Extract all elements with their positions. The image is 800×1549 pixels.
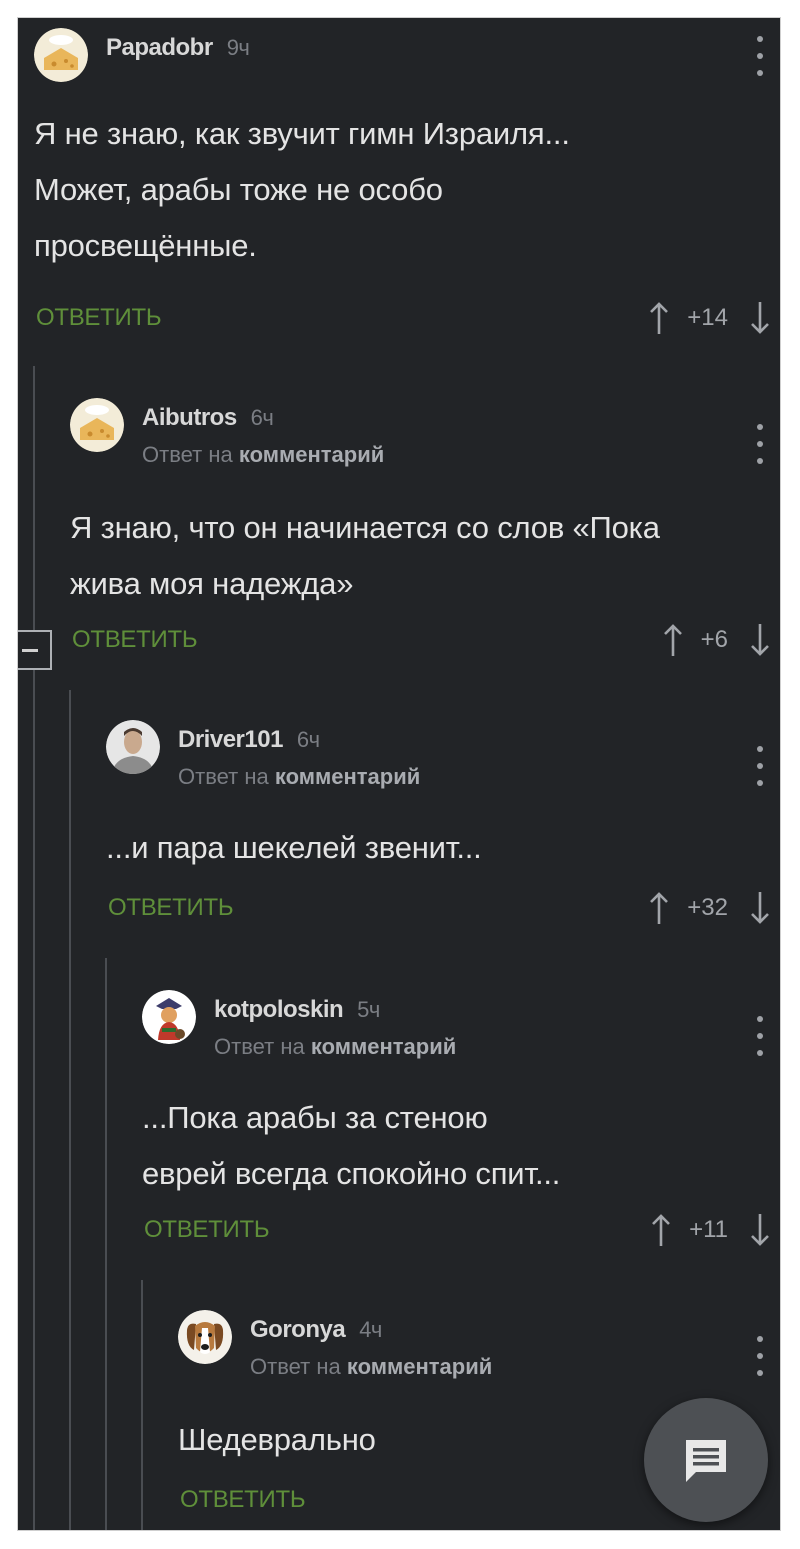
parent-comment-link[interactable]: комментарий: [347, 1354, 492, 1379]
user-avatar[interactable]: [178, 1310, 232, 1364]
user-avatar[interactable]: [142, 990, 196, 1044]
username[interactable]: Papadobr 9ч: [106, 34, 250, 62]
minus-icon: [22, 649, 38, 652]
timestamp: 5ч: [357, 997, 380, 1022]
downvote-arrow-icon[interactable]: [750, 891, 770, 925]
timestamp: 9ч: [226, 35, 250, 60]
user-avatar[interactable]: [106, 720, 160, 774]
timestamp: 6ч: [296, 727, 320, 752]
comment-aibutros: Aibutros 6ч Ответ на комментарий Я знаю, …: [70, 398, 780, 658]
more-options-icon[interactable]: [750, 746, 770, 786]
comment-icon: [686, 1440, 726, 1482]
faceless-man-avatar: [106, 720, 160, 774]
thread-line-level-2: [69, 690, 71, 1530]
username[interactable]: Goronya 4ч: [250, 1316, 382, 1344]
reply-button[interactable]: ОТВЕТИТЬ: [144, 1216, 270, 1244]
reply-to-label: Ответ на комментарий: [214, 1034, 457, 1059]
vote-controls: +14: [649, 300, 770, 336]
reply-to-label: Ответ на комментарий: [250, 1354, 493, 1379]
vote-controls: +6: [663, 622, 770, 658]
comment-text: ...и пара шекелей звенит...: [106, 830, 482, 865]
upvote-arrow-icon[interactable]: [649, 301, 669, 335]
downvote-arrow-icon[interactable]: [750, 1213, 770, 1247]
parent-comment-link[interactable]: комментарий: [275, 764, 420, 789]
upvote-arrow-icon[interactable]: [663, 623, 683, 657]
comments-feed: Papadobr 9ч Я не знаю, как звучит гимн Из…: [18, 18, 780, 1530]
user-avatar[interactable]: [34, 28, 88, 82]
reply-button[interactable]: ОТВЕТИТЬ: [108, 894, 234, 922]
cheese-avatar: [34, 28, 88, 82]
comment-text: Я не знаю, как звучит гимн Израиля... Мо…: [34, 116, 570, 263]
username[interactable]: Driver101 6ч: [178, 726, 320, 754]
username[interactable]: kotpoloskin 5ч: [214, 996, 380, 1024]
cartoon-character-avatar: [142, 990, 196, 1044]
vote-score: +14: [687, 304, 728, 331]
reply-button[interactable]: ОТВЕТИТЬ: [180, 1486, 306, 1514]
vote-score: +6: [700, 626, 728, 653]
reply-to-label: Ответ на комментарий: [142, 442, 385, 467]
thread-line-level-3: [105, 958, 107, 1530]
more-options-icon[interactable]: [750, 1016, 770, 1056]
user-avatar[interactable]: [70, 398, 124, 452]
comment-papadobr: Papadobr 9ч Я не знаю, как звучит гимн Из…: [34, 28, 780, 334]
vote-score: +32: [687, 894, 728, 921]
upvote-arrow-icon[interactable]: [649, 891, 669, 925]
more-options-icon[interactable]: [750, 1336, 770, 1376]
more-options-icon[interactable]: [750, 36, 770, 76]
downvote-arrow-icon[interactable]: [750, 301, 770, 335]
write-comment-button[interactable]: [644, 1398, 768, 1522]
thread-line-level-1: [33, 366, 35, 1530]
thread-line-level-4: [141, 1280, 143, 1530]
collapse-thread-button[interactable]: [18, 630, 52, 670]
parent-comment-link[interactable]: комментарий: [311, 1034, 456, 1059]
cheese-avatar: [70, 398, 124, 452]
more-options-icon[interactable]: [750, 424, 770, 464]
timestamp: 4ч: [359, 1317, 382, 1342]
comment-text: Я знаю, что он начинается со слов «Пока …: [70, 510, 660, 601]
timestamp: 6ч: [250, 405, 274, 430]
comment-driver101: Driver101 6ч Ответ на комментарий ...и па…: [106, 720, 780, 930]
username[interactable]: Aibutros 6ч: [142, 404, 274, 432]
reply-button[interactable]: ОТВЕТИТЬ: [72, 626, 198, 654]
upvote-arrow-icon[interactable]: [651, 1213, 671, 1247]
parent-comment-link[interactable]: комментарий: [239, 442, 384, 467]
comment-kotpoloskin: kotpoloskin 5ч Ответ на комментарий ...По…: [142, 990, 780, 1250]
comment-text: Шедеврально: [178, 1422, 376, 1457]
vote-controls: +32: [649, 890, 770, 926]
downvote-arrow-icon[interactable]: [750, 623, 770, 657]
vote-score: +11: [689, 1216, 728, 1243]
comment-text: ...Пока арабы за стеною еврей всегда спо…: [142, 1100, 561, 1191]
beagle-dog-avatar: [178, 1310, 232, 1364]
reply-to-label: Ответ на комментарий: [178, 764, 421, 789]
vote-controls: +11: [651, 1212, 770, 1248]
reply-button[interactable]: ОТВЕТИТЬ: [36, 304, 162, 332]
